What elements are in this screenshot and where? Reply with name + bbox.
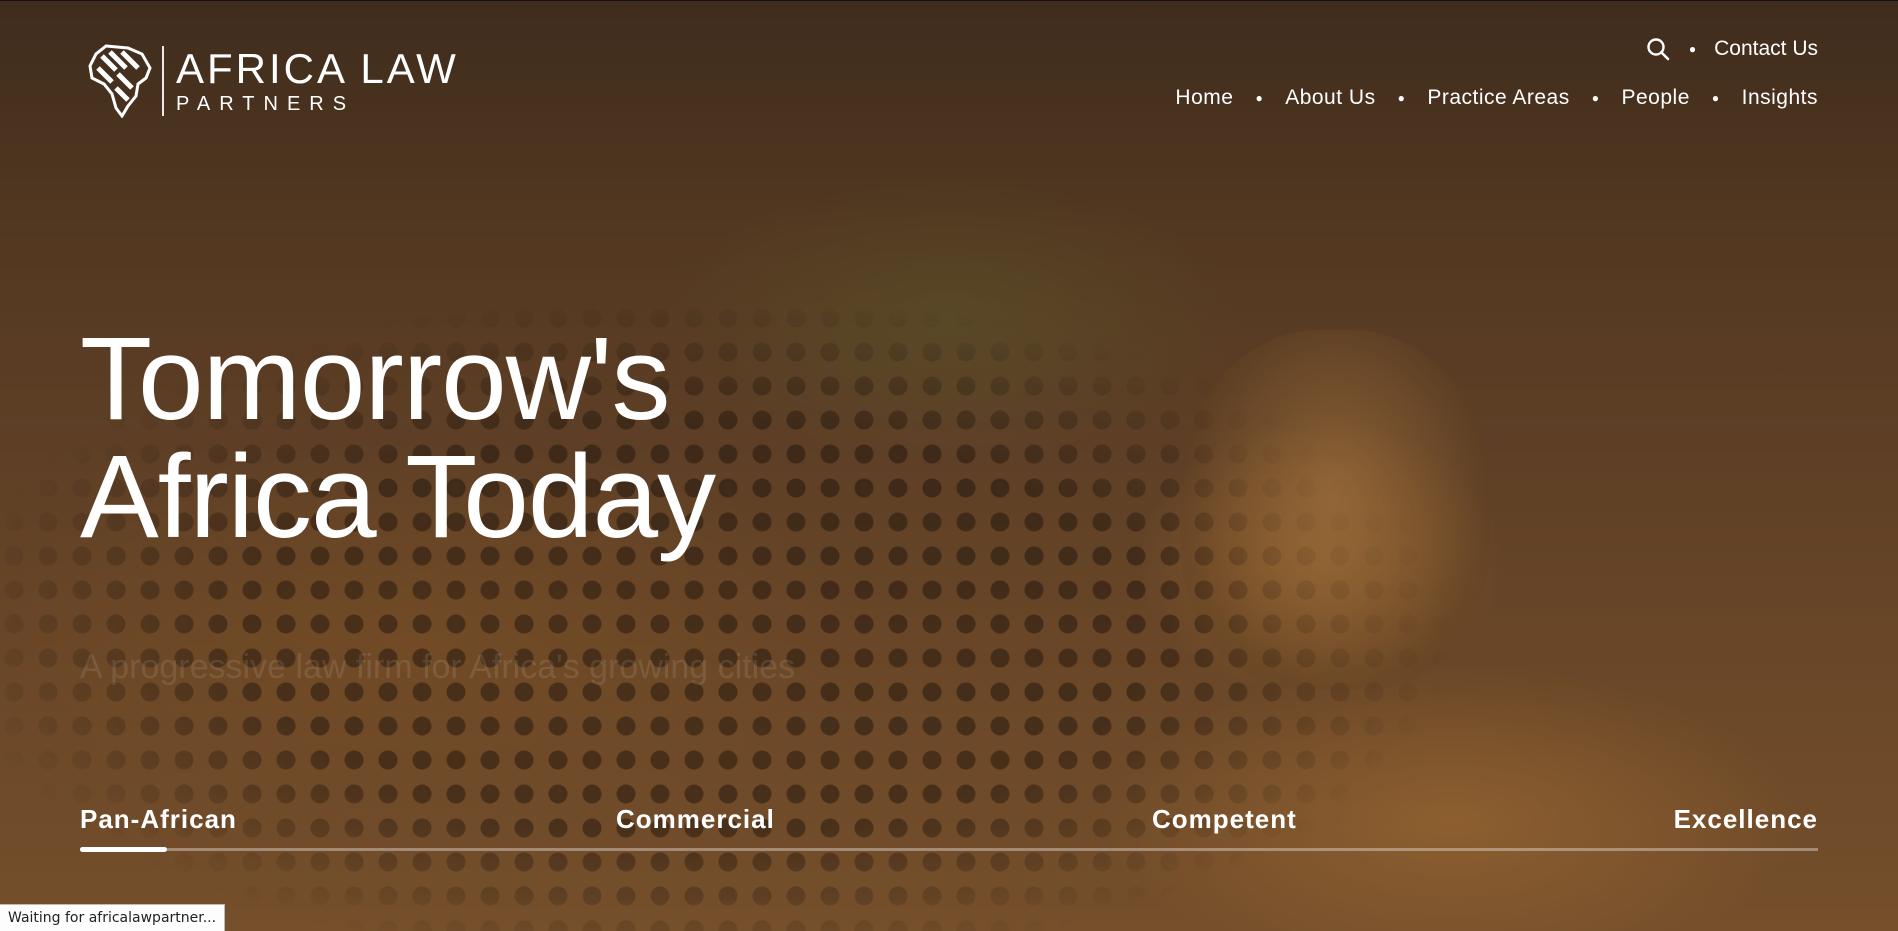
progress-track: [80, 848, 1818, 851]
tab-pan-african[interactable]: Pan-African: [80, 804, 237, 835]
africa-map-icon: [88, 44, 152, 118]
separator-dot: ●: [1397, 91, 1406, 105]
tab-excellence[interactable]: Excellence: [1674, 804, 1818, 835]
nav-insights[interactable]: Insights: [1742, 86, 1818, 110]
logo-text: AFRICA LAW PARTNERS: [176, 45, 459, 115]
logo-divider: [162, 46, 164, 116]
tab-commercial[interactable]: Commercial: [616, 804, 775, 835]
separator-dot: ●: [1591, 91, 1600, 105]
hero-title: Tomorrow's Africa Today: [80, 320, 716, 556]
utility-nav: ● Contact Us: [1645, 36, 1818, 62]
logo-title: AFRICA LAW: [176, 45, 459, 92]
nav-home[interactable]: Home: [1175, 86, 1233, 110]
hero-title-line2: Africa Today: [80, 431, 716, 563]
main-nav: Home ● About Us ● Practice Areas ● Peopl…: [1175, 86, 1818, 110]
nav-practice-areas[interactable]: Practice Areas: [1427, 86, 1569, 110]
hero-subtitle: A progressive law firm for Africa's grow…: [80, 648, 796, 686]
nav-people[interactable]: People: [1621, 86, 1689, 110]
logo-subtitle: PARTNERS: [176, 93, 356, 115]
nav-about-us[interactable]: About Us: [1285, 86, 1375, 110]
separator-dot: ●: [1688, 42, 1697, 56]
progress-bar: [80, 847, 167, 852]
site-logo[interactable]: AFRICA LAW PARTNERS: [88, 44, 459, 118]
separator-dot: ●: [1711, 91, 1720, 105]
top-border: [0, 0, 1898, 1]
search-icon[interactable]: [1645, 36, 1671, 62]
contact-us-link[interactable]: Contact Us: [1714, 37, 1818, 61]
tab-competent[interactable]: Competent: [1152, 804, 1297, 835]
browser-status-bar: Waiting for africalawpartner...: [0, 904, 226, 931]
pillar-tabs: Pan-African Commercial Competent Excelle…: [80, 804, 1818, 852]
hero-title-line1: Tomorrow's: [80, 313, 671, 445]
separator-dot: ●: [1255, 91, 1264, 105]
